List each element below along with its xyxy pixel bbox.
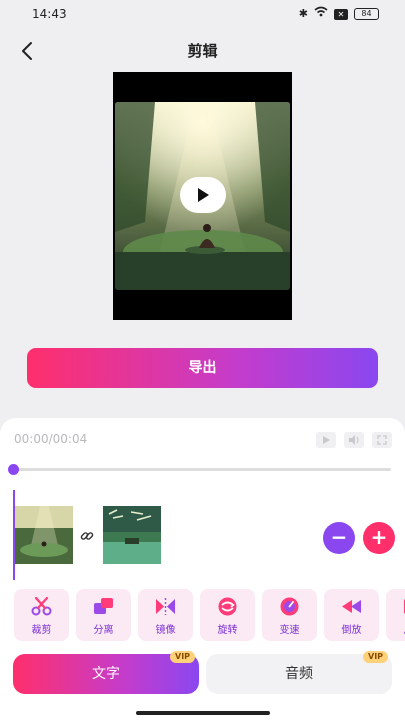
volume-icon [349,435,359,445]
speed-icon [280,597,299,616]
vip-badge: VIP [170,651,196,663]
tool-label: 镜像 [155,625,176,636]
tool-rotate[interactable]: 旋转 [200,589,255,641]
tool-label: 旋转 [217,625,238,636]
tools-row: 裁剪 分离 镜像 旋转 变速 倒放 片头 [0,589,405,641]
split-icon [94,598,113,614]
zoom-in-button[interactable]: + [363,522,395,554]
tool-reverse[interactable]: 倒放 [324,589,379,641]
tool-label: 裁剪 [31,625,52,636]
battery-icon: 84 [354,8,379,20]
tool-label: 片头 [386,621,405,636]
tool-mirror[interactable]: 镜像 [138,589,193,641]
tool-label: 分离 [93,625,114,636]
play-control-button[interactable] [316,432,336,448]
export-button[interactable]: 导出 [27,348,378,388]
tool-label: 变速 [279,625,300,636]
status-bar: 14:43 ✱ ✕ 84 [0,0,405,30]
play-button[interactable] [180,177,226,213]
progress-thumb[interactable] [8,464,19,475]
tool-split[interactable]: 分离 [76,589,131,641]
play-small-icon [322,436,330,444]
tool-label: 倒放 [341,625,362,636]
link-icon[interactable] [80,528,94,542]
tool-intro[interactable]: 片头 [386,589,405,641]
page-title: 剪辑 [187,42,218,60]
vip-badge: VIP [363,651,389,663]
progress-slider[interactable] [8,464,391,475]
volume-button[interactable] [344,432,364,448]
editor-panel: 00:00/00:04 − + 裁剪 分离 镜像 旋转 变速 倒放 文字 VIP… [0,418,405,720]
time-readout: 00:00/00:04 [14,432,88,446]
status-icons: ✱ ✕ 84 [299,6,379,22]
tool-crop[interactable]: 裁剪 [14,589,69,641]
nav-header: 剪辑 [0,30,405,74]
home-indicator [136,711,270,715]
sim-x-icon: ✕ [334,8,348,20]
rotate-icon [218,597,237,616]
tool-speed[interactable]: 变速 [262,589,317,641]
fullscreen-icon [377,435,387,445]
play-icon [198,188,209,202]
status-time: 14:43 [32,7,67,21]
bluetooth-icon: ✱ [298,7,308,20]
scissors-icon [31,597,52,616]
fullscreen-button[interactable] [372,432,392,448]
rewind-icon [342,600,361,613]
zoom-out-button[interactable]: − [323,522,355,554]
wifi-icon [314,6,328,22]
timeline-clip[interactable] [15,506,73,564]
timeline-clip[interactable] [103,506,161,564]
mirror-icon [156,598,175,615]
